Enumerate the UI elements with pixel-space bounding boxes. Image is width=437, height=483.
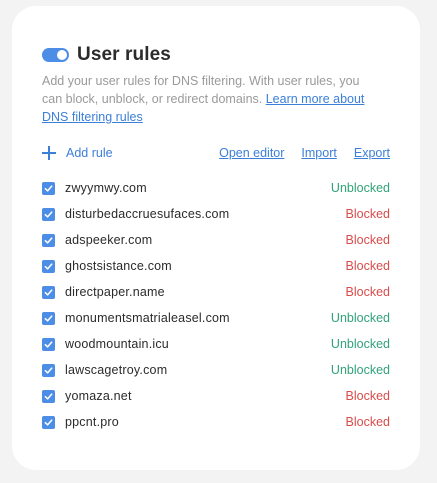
rule-domain: woodmountain.icu bbox=[65, 337, 169, 351]
rule-checkbox[interactable] bbox=[42, 337, 55, 351]
page-title: User rules bbox=[77, 44, 171, 65]
rule-checkbox[interactable] bbox=[42, 363, 55, 377]
rule-status: Unblocked bbox=[330, 363, 390, 377]
rule-domain: zwyymwy.com bbox=[65, 181, 147, 195]
checkmark-icon bbox=[44, 392, 53, 400]
user-rules-card: User rules Add your user rules for DNS f… bbox=[12, 6, 420, 470]
rule-row: lawscagetroy.com Unblocked bbox=[42, 357, 390, 383]
rule-status: Blocked bbox=[345, 233, 390, 247]
checkmark-icon bbox=[44, 210, 53, 218]
rule-domain: lawscagetroy.com bbox=[65, 363, 168, 377]
rules-list: zwyymwy.com Unblocked disturbedaccruesufac… bbox=[42, 175, 390, 435]
rule-row: ppcnt.pro Blocked bbox=[42, 409, 390, 435]
rule-row: adspeeker.com Blocked bbox=[42, 227, 390, 253]
rule-checkbox[interactable] bbox=[42, 259, 55, 273]
add-rule-label: Add rule bbox=[66, 146, 113, 160]
checkmark-icon bbox=[44, 236, 53, 244]
checkmark-icon bbox=[44, 340, 53, 348]
open-editor-link[interactable]: Open editor bbox=[219, 146, 284, 160]
card-header: User rules bbox=[42, 44, 171, 66]
rule-domain: disturbedaccruesufaces.com bbox=[65, 207, 230, 221]
add-rule-button[interactable]: Add rule bbox=[42, 146, 113, 160]
rule-row: zwyymwy.com Unblocked bbox=[42, 175, 390, 201]
export-link[interactable]: Export bbox=[354, 146, 390, 160]
rule-row: ghostsistance.com Blocked bbox=[42, 253, 390, 279]
rule-status: Blocked bbox=[345, 207, 390, 221]
rule-status: Blocked bbox=[345, 415, 390, 429]
checkmark-icon bbox=[44, 418, 53, 426]
actions-bar: Add rule Open editor Import Export bbox=[42, 144, 390, 162]
import-link[interactable]: Import bbox=[301, 146, 336, 160]
rule-checkbox[interactable] bbox=[42, 389, 55, 403]
user-rules-toggle[interactable] bbox=[42, 48, 69, 62]
rule-domain: ppcnt.pro bbox=[65, 415, 119, 429]
rule-row: yomaza.net Blocked bbox=[42, 383, 390, 409]
rule-row: directpaper.name Blocked bbox=[42, 279, 390, 305]
rule-domain: adspeeker.com bbox=[65, 233, 153, 247]
checkmark-icon bbox=[44, 262, 53, 270]
description: Add your user rules for DNS filtering. W… bbox=[42, 72, 382, 126]
rule-row: monumentsmatrialeasel.com Unblocked bbox=[42, 305, 390, 331]
rule-status: Unblocked bbox=[330, 181, 390, 195]
rule-status: Unblocked bbox=[330, 311, 390, 325]
rule-domain: ghostsistance.com bbox=[65, 259, 172, 273]
rule-status: Blocked bbox=[345, 259, 390, 273]
rule-row: disturbedaccruesufaces.com Blocked bbox=[42, 201, 390, 227]
rule-status: Blocked bbox=[345, 389, 390, 403]
checkmark-icon bbox=[44, 314, 53, 322]
checkmark-icon bbox=[44, 288, 53, 296]
rule-checkbox[interactable] bbox=[42, 181, 55, 195]
rule-domain: monumentsmatrialeasel.com bbox=[65, 311, 230, 325]
rule-status: Blocked bbox=[345, 285, 390, 299]
rule-checkbox[interactable] bbox=[42, 311, 55, 325]
plus-icon bbox=[42, 146, 56, 160]
rule-checkbox[interactable] bbox=[42, 285, 55, 299]
rule-domain: directpaper.name bbox=[65, 285, 165, 299]
toggle-knob bbox=[57, 50, 67, 60]
checkmark-icon bbox=[44, 366, 53, 374]
rule-checkbox[interactable] bbox=[42, 233, 55, 247]
checkmark-icon bbox=[44, 184, 53, 192]
rule-checkbox[interactable] bbox=[42, 207, 55, 221]
rule-status: Unblocked bbox=[330, 337, 390, 351]
rule-checkbox[interactable] bbox=[42, 415, 55, 429]
rule-row: woodmountain.icu Unblocked bbox=[42, 331, 390, 357]
rule-domain: yomaza.net bbox=[65, 389, 132, 403]
